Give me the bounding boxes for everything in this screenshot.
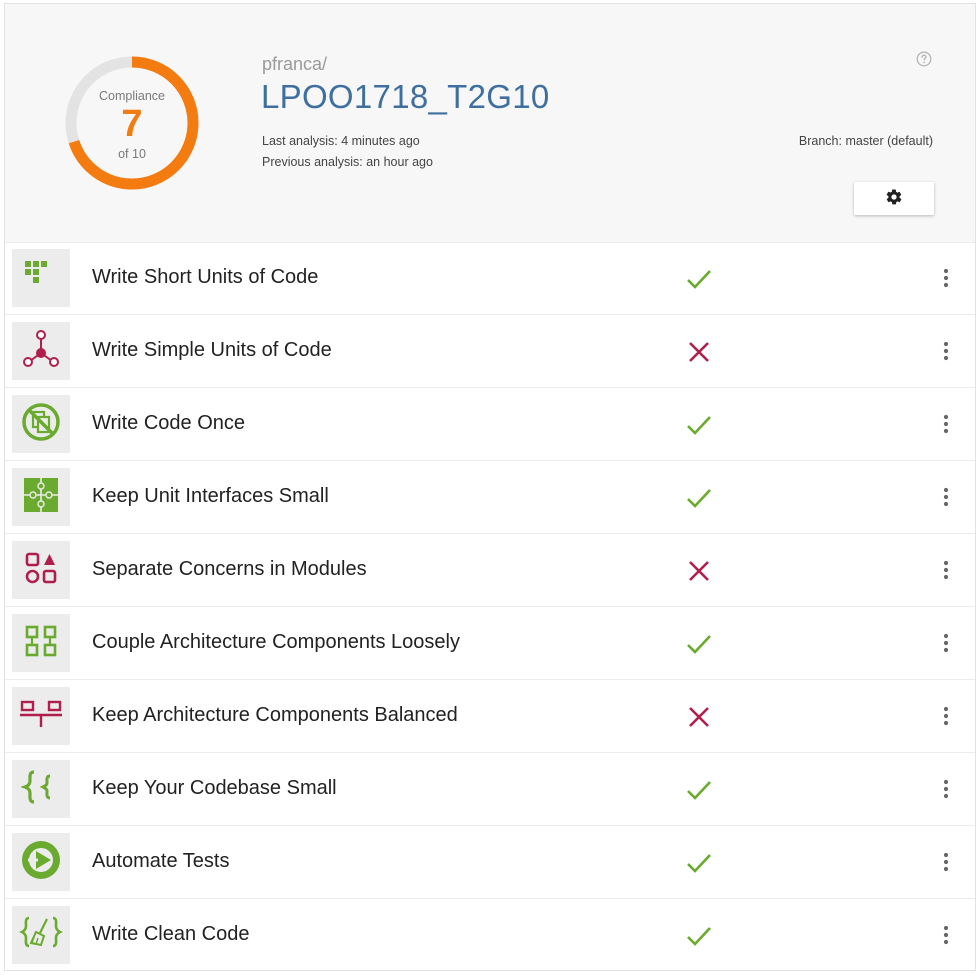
guideline-label: Write Code Once bbox=[92, 412, 246, 434]
guideline-tile bbox=[12, 322, 70, 380]
guideline-tile bbox=[12, 395, 70, 453]
guideline-row[interactable]: Separate Concerns in Modules bbox=[5, 534, 975, 607]
guideline-row[interactable]: Write Simple Units of Code bbox=[5, 315, 975, 388]
broom-braces-icon bbox=[19, 913, 63, 958]
puzzle-icon bbox=[21, 475, 61, 520]
compliance-score: 7 bbox=[121, 103, 143, 145]
cross-icon bbox=[685, 338, 713, 366]
more-options-icon[interactable] bbox=[935, 777, 957, 801]
guideline-tile bbox=[12, 249, 70, 307]
check-icon bbox=[685, 922, 713, 950]
guideline-row[interactable]: Couple Architecture Components Loosely bbox=[5, 607, 975, 680]
guideline-label: Keep Architecture Components Balanced bbox=[92, 704, 458, 726]
check-icon bbox=[685, 849, 713, 877]
guideline-row[interactable]: Write Code Once bbox=[5, 388, 975, 461]
last-analysis: Last analysis: 4 minutes ago bbox=[262, 134, 420, 148]
guideline-tile bbox=[12, 760, 70, 818]
guideline-label: Write Short Units of Code bbox=[92, 266, 319, 288]
cross-icon bbox=[685, 557, 713, 585]
guideline-tile bbox=[12, 687, 70, 745]
play-icon bbox=[19, 838, 63, 887]
guideline-row[interactable]: Keep Unit Interfaces Small bbox=[5, 461, 975, 534]
guideline-label: Write Simple Units of Code bbox=[92, 339, 332, 361]
settings-button[interactable] bbox=[854, 182, 934, 215]
check-icon bbox=[685, 484, 713, 512]
compliance-label: Compliance bbox=[98, 89, 165, 103]
repository-card: Compliance 7 of 10 pfranca/ LPOO1718_T2G… bbox=[4, 3, 976, 971]
more-options-icon[interactable] bbox=[935, 923, 957, 947]
cross-icon bbox=[685, 703, 713, 731]
guideline-row[interactable]: Write Short Units of Code bbox=[5, 242, 975, 315]
guideline-row[interactable]: Keep Your Codebase Small bbox=[5, 753, 975, 826]
components-icon bbox=[21, 621, 61, 666]
help-circle-icon[interactable] bbox=[916, 51, 932, 67]
repository-owner[interactable]: pfranca/ bbox=[262, 54, 327, 75]
guideline-label: Couple Architecture Components Loosely bbox=[92, 631, 460, 653]
more-options-icon[interactable] bbox=[935, 704, 957, 728]
braces-icon bbox=[19, 767, 61, 812]
previous-analysis: Previous analysis: an hour ago bbox=[262, 155, 433, 169]
repository-header: Compliance 7 of 10 pfranca/ LPOO1718_T2G… bbox=[5, 4, 975, 243]
compliance-gauge: Compliance 7 of 10 bbox=[63, 54, 201, 192]
branch-selector[interactable]: Branch: master (default) bbox=[799, 134, 933, 148]
modules-icon bbox=[21, 548, 61, 593]
check-icon bbox=[685, 411, 713, 439]
check-icon bbox=[685, 265, 713, 293]
short-units-icon bbox=[21, 256, 61, 301]
balance-icon bbox=[18, 694, 64, 739]
repository-name[interactable]: LPOO1718_T2G10 bbox=[261, 78, 550, 116]
gear-icon bbox=[885, 188, 903, 209]
guideline-label: Separate Concerns in Modules bbox=[92, 558, 367, 580]
compliance-max: of 10 bbox=[118, 147, 146, 161]
more-options-icon[interactable] bbox=[935, 412, 957, 436]
guideline-label: Write Clean Code bbox=[92, 923, 250, 945]
guideline-label: Automate Tests bbox=[92, 850, 230, 872]
guideline-label: Keep Your Codebase Small bbox=[92, 777, 337, 799]
guideline-tile bbox=[12, 468, 70, 526]
more-options-icon[interactable] bbox=[935, 266, 957, 290]
no-duplication-icon bbox=[19, 400, 63, 449]
guideline-row[interactable]: Automate Tests bbox=[5, 826, 975, 899]
guideline-row[interactable]: Keep Architecture Components Balanced bbox=[5, 680, 975, 753]
simple-units-icon bbox=[19, 327, 63, 376]
more-options-icon[interactable] bbox=[935, 339, 957, 363]
check-icon bbox=[685, 630, 713, 658]
more-options-icon[interactable] bbox=[935, 631, 957, 655]
guidelines-list: Write Short Units of Code Write Simple U… bbox=[5, 242, 975, 972]
more-options-icon[interactable] bbox=[935, 485, 957, 509]
guideline-label: Keep Unit Interfaces Small bbox=[92, 485, 329, 507]
check-icon bbox=[685, 776, 713, 804]
guideline-tile bbox=[12, 906, 70, 964]
guideline-tile bbox=[12, 541, 70, 599]
guideline-row[interactable]: Write Clean Code bbox=[5, 899, 975, 972]
more-options-icon[interactable] bbox=[935, 850, 957, 874]
guideline-tile bbox=[12, 614, 70, 672]
guideline-tile bbox=[12, 833, 70, 891]
more-options-icon[interactable] bbox=[935, 558, 957, 582]
